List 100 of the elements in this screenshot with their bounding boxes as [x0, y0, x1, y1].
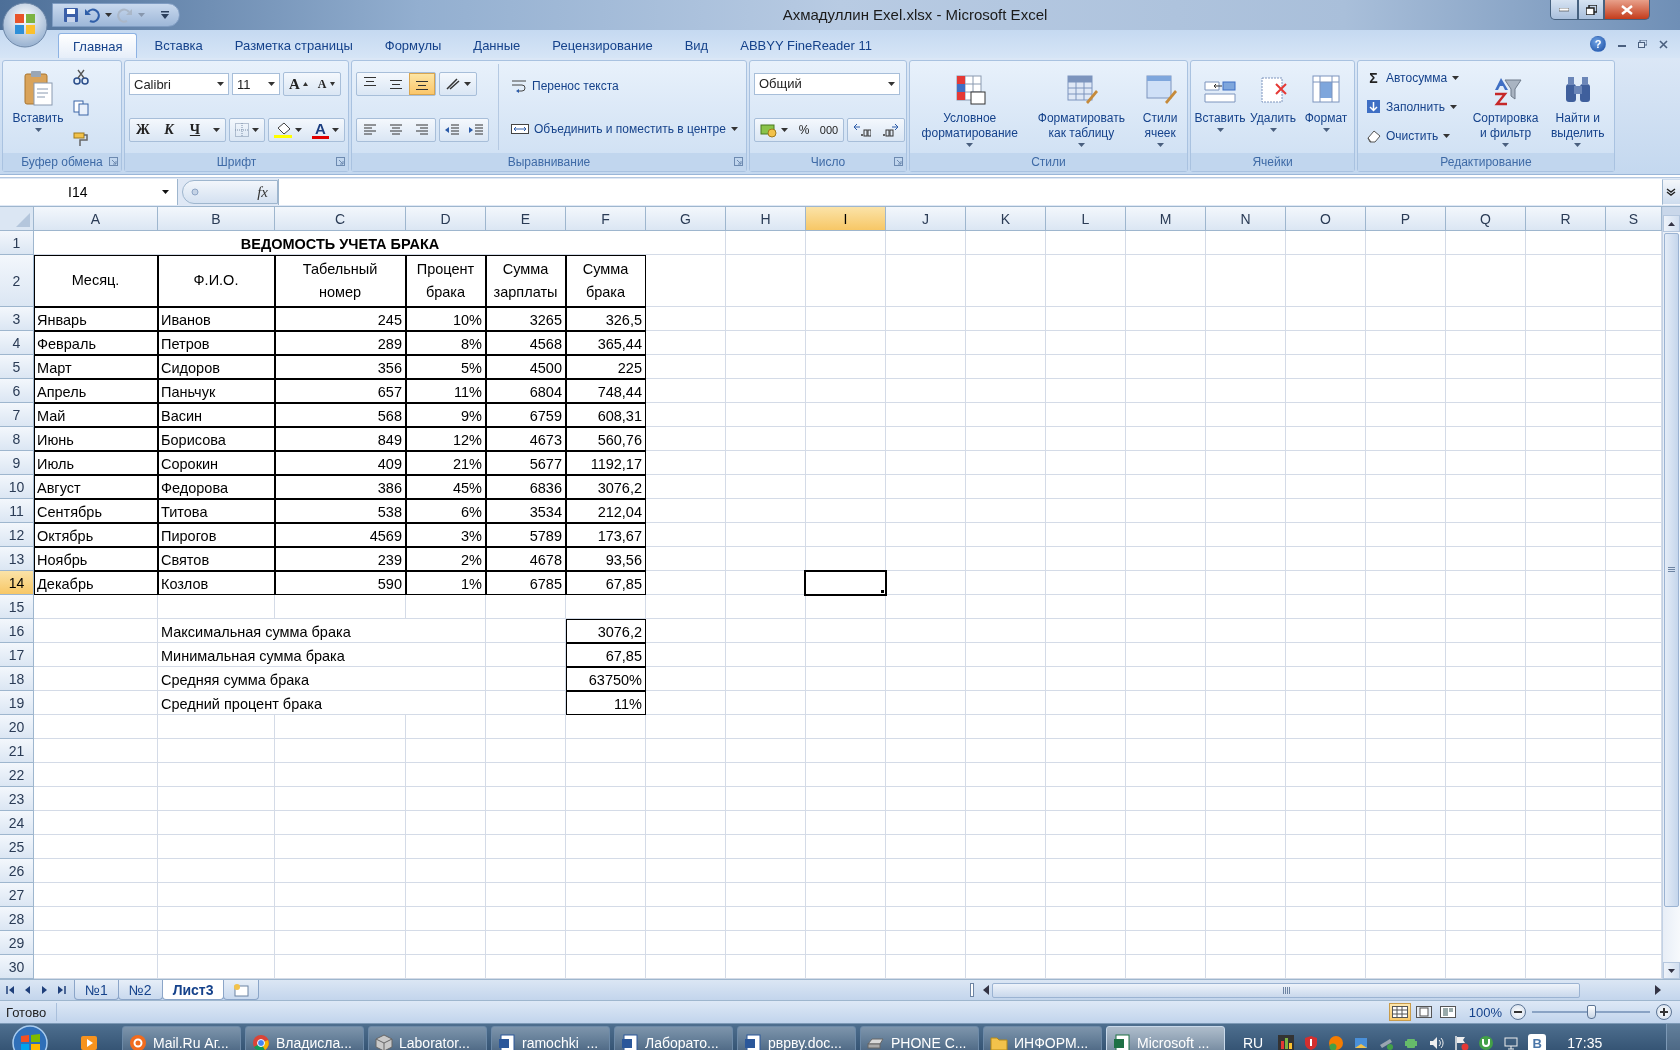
sort-filter-button[interactable]: Сортировка и фильтр: [1468, 64, 1543, 150]
wrap-text-button[interactable]: Перенос текста: [507, 74, 742, 97]
row-header[interactable]: 3: [0, 307, 34, 331]
percent-button[interactable]: %: [793, 118, 815, 141]
styles-button[interactable]: Стили ячеек: [1137, 64, 1183, 150]
minimize-button[interactable]: [1550, 0, 1578, 20]
scrollbar-thumb[interactable]: [1664, 233, 1679, 907]
column-header[interactable]: A: [34, 207, 158, 231]
close-icon[interactable]: [1659, 39, 1668, 49]
monitor-icon[interactable]: [1503, 1035, 1520, 1050]
save-icon[interactable]: [63, 7, 79, 23]
taskbar-button[interactable]: Владисла...: [245, 1026, 364, 1050]
row-header[interactable]: 19: [0, 691, 34, 715]
ribbon-tab[interactable]: Главная: [58, 33, 138, 58]
row-header[interactable]: 22: [0, 763, 34, 787]
row-header[interactable]: 18: [0, 667, 34, 691]
first-sheet-icon[interactable]: [6, 986, 15, 994]
bold-button[interactable]: Ж: [130, 119, 156, 141]
ribbon-tab[interactable]: Разметка страницы: [219, 33, 368, 58]
row-header[interactable]: 30: [0, 955, 34, 979]
zoom-out-button[interactable]: [1510, 1004, 1526, 1020]
bar-chart-icon[interactable]: [1278, 1035, 1295, 1050]
editing-button[interactable]: Заполнить: [1362, 96, 1466, 118]
italic-button[interactable]: К: [156, 119, 182, 141]
row-header[interactable]: 9: [0, 451, 34, 475]
name-box[interactable]: I14: [0, 179, 178, 205]
language-indicator[interactable]: RU: [1243, 1035, 1264, 1050]
column-header[interactable]: O: [1286, 207, 1366, 231]
ribbon-tab[interactable]: Формулы: [369, 33, 457, 58]
column-header[interactable]: Q: [1446, 207, 1526, 231]
column-header[interactable]: J: [886, 207, 966, 231]
row-header[interactable]: 10: [0, 475, 34, 499]
media-player-icon[interactable]: [80, 1034, 98, 1050]
styles-button[interactable]: Форматировать как таблицу: [1028, 64, 1135, 150]
restore-icon[interactable]: [1638, 40, 1647, 48]
font-size-field[interactable]: 11: [232, 73, 280, 95]
row-header[interactable]: 29: [0, 931, 34, 955]
customize-icon[interactable]: [160, 10, 170, 20]
row-header[interactable]: 26: [0, 859, 34, 883]
zoom-in-button[interactable]: [1656, 1004, 1672, 1020]
row-header[interactable]: 4: [0, 331, 34, 355]
expand-button[interactable]: [1662, 179, 1680, 205]
font-name-field[interactable]: Calibri: [129, 73, 229, 95]
row-header[interactable]: 11: [0, 499, 34, 523]
ribbon-tab[interactable]: Вид: [669, 33, 724, 58]
row-header[interactable]: 17: [0, 643, 34, 667]
previous-sheet-icon[interactable]: [23, 986, 32, 994]
column-header[interactable]: H: [726, 207, 806, 231]
ribbon-tab[interactable]: Рецензирование: [537, 33, 668, 58]
insert-function-button[interactable]: fx: [256, 182, 269, 202]
column-header[interactable]: M: [1126, 207, 1206, 231]
formula-input[interactable]: [278, 179, 1662, 205]
styles-button[interactable]: Условное форматирование: [914, 64, 1026, 150]
next-sheet-icon[interactable]: [40, 986, 49, 994]
shrink-font-button[interactable]: A: [312, 73, 340, 95]
underline-button[interactable]: Ч: [182, 119, 208, 141]
find-select-button[interactable]: Найти и выделить: [1545, 64, 1610, 150]
cells-button[interactable]: Формат: [1301, 64, 1351, 150]
close-button[interactable]: [1604, 0, 1650, 20]
row-header[interactable]: 6: [0, 379, 34, 403]
row-header[interactable]: 12: [0, 523, 34, 547]
taskbar-button[interactable]: Laborator...: [368, 1026, 487, 1050]
editing-button[interactable]: Очистить: [1362, 124, 1466, 147]
column-header[interactable]: R: [1526, 207, 1606, 231]
column-header[interactable]: N: [1206, 207, 1286, 231]
row-header[interactable]: 24: [0, 811, 34, 835]
row-header[interactable]: 2: [0, 255, 34, 307]
row-header[interactable]: 8: [0, 427, 34, 451]
ribbon-tab[interactable]: ABBYY FineReader 11: [725, 33, 887, 58]
cells-button[interactable]: Удалить: [1248, 64, 1298, 150]
number-format-field[interactable]: Общий: [754, 72, 900, 95]
row-header[interactable]: 27: [0, 883, 34, 907]
row-header[interactable]: 14: [0, 571, 34, 595]
last-sheet-icon[interactable]: [57, 986, 66, 994]
row-header[interactable]: 25: [0, 835, 34, 859]
scrollbar-thumb[interactable]: [992, 982, 1580, 998]
cells-button[interactable]: Вставить: [1195, 64, 1245, 150]
row-header[interactable]: 21: [0, 739, 34, 763]
scroll-up-button[interactable]: [1663, 215, 1680, 232]
speaker-icon[interactable]: [1428, 1035, 1445, 1050]
restore-button[interactable]: [1578, 0, 1604, 20]
taskbar-button[interactable]: PHONE C...: [860, 1026, 979, 1050]
row-header[interactable]: 15: [0, 595, 34, 619]
ribbon-tab[interactable]: Вставка: [139, 33, 218, 58]
column-header[interactable]: F: [566, 207, 646, 231]
row-header[interactable]: 7: [0, 403, 34, 427]
copy-button[interactable]: [72, 99, 90, 117]
column-header[interactable]: D: [406, 207, 486, 231]
format-painter-button[interactable]: [72, 129, 90, 148]
warning-orb-icon[interactable]: [1328, 1035, 1345, 1050]
column-header[interactable]: B: [158, 207, 275, 231]
column-header[interactable]: S: [1606, 207, 1662, 231]
torrent-icon[interactable]: [1478, 1035, 1495, 1050]
row-header[interactable]: 5: [0, 355, 34, 379]
shield-icon[interactable]: [1303, 1035, 1320, 1050]
clock[interactable]: 17:35: [1567, 1035, 1603, 1050]
paste-button[interactable]: Вставить: [7, 64, 69, 150]
row-header[interactable]: 13: [0, 547, 34, 571]
taskbar-button[interactable]: Mail.Ru Аг...: [122, 1026, 241, 1050]
autosum-button[interactable]: Σ Автосумма: [1362, 67, 1466, 90]
